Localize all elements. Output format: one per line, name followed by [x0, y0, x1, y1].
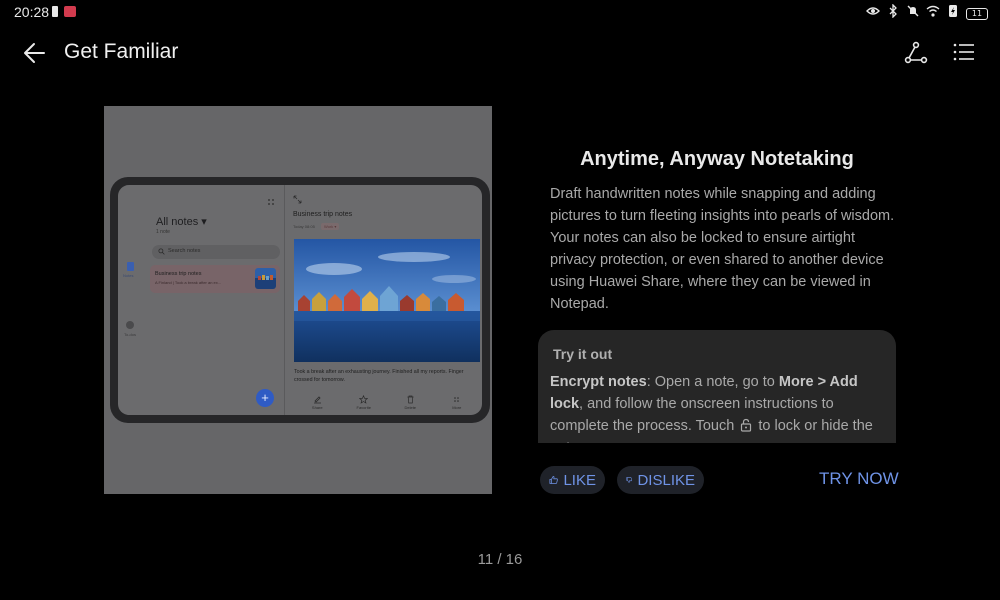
more-dots-icon [454, 397, 460, 402]
like-button[interactable]: LIKE [540, 466, 605, 494]
collapse-icon [293, 195, 302, 204]
all-notes-heading: All notes ▾ [156, 216, 207, 228]
trash-icon [407, 395, 414, 404]
note-photo [294, 239, 480, 362]
toolbar-delete: Delete [395, 395, 425, 413]
toolbar-more: More [442, 395, 472, 413]
try-it-out-title: Try it out [553, 346, 613, 362]
nav-notes-label: Notes [123, 273, 134, 278]
page-title: Get Familiar [64, 40, 179, 63]
dislike-button[interactable]: DISLIKE [617, 466, 704, 494]
status-time: 20:28 [14, 4, 50, 20]
note-date: Today 08:05 [293, 224, 315, 229]
page-indicator: 11 / 16 [477, 551, 523, 568]
note-tag: Work ▾ [321, 223, 340, 230]
toolbar-favorite-label: Favorite [356, 405, 371, 410]
try-it-out-card[interactable]: Try it out Encrypt notes: Open a note, g… [538, 330, 896, 443]
like-label: LIKE [563, 471, 596, 489]
try-it-out-text-1: : Open a note, go to [646, 374, 779, 390]
note-body: Took a break after an exhausting journey… [294, 369, 464, 383]
notepad-nav-rail: Notes To-dos [118, 185, 148, 415]
feature-preview-image: Notes To-dos All notes ▾ 1 note Search n… [104, 106, 492, 494]
share-icon [313, 396, 321, 404]
note-title: Business trip notes [293, 211, 353, 218]
menu-button[interactable] [953, 42, 975, 62]
arrow-left-icon [24, 43, 45, 63]
note-card-title: Business trip notes [155, 271, 202, 277]
star-icon [359, 395, 369, 404]
notes-count: 1 note [156, 229, 170, 235]
tablet-frame: Notes To-dos All notes ▾ 1 note Search n… [110, 177, 490, 423]
toolbar-share-label: Share [311, 405, 323, 410]
dislike-label: DISLIKE [637, 471, 695, 489]
app-notification-icon [64, 6, 76, 17]
todo-icon [126, 321, 134, 329]
feature-title: Anytime, Anyway Notetaking [580, 148, 854, 170]
list-icon [953, 43, 974, 61]
toolbar-more-label: More [452, 405, 462, 410]
toolbar-favorite: Favorite [349, 395, 379, 413]
thumbs-up-icon [549, 476, 558, 484]
note-card: Business trip notes A Finland | Took a b… [150, 265, 280, 293]
battery-saver-icon [946, 4, 960, 23]
note-detail-pane: Business trip notes Today 08:05 Work ▾ T… [285, 185, 482, 415]
more-dots-icon [268, 199, 274, 205]
battery-icon: 11 [966, 7, 988, 20]
add-note-fab: + [256, 389, 274, 407]
nav-todos-label: To-dos [124, 332, 137, 337]
toolbar-share: Share [302, 395, 332, 413]
toolbar-delete-label: Delete [404, 405, 417, 410]
try-now-button[interactable]: TRY NOW [819, 469, 899, 489]
status-bar: 20:28 11 [0, 0, 1000, 24]
notes-list-pane: All notes ▾ 1 note Search notes Business… [148, 185, 284, 415]
note-toolbar: Share Favorite Delete More [294, 395, 480, 413]
bluetooth-icon [886, 3, 900, 23]
search-bar: Search notes [152, 245, 280, 259]
share-icon [904, 41, 928, 64]
try-it-out-body: Encrypt notes: Open a note, go to More >… [550, 371, 890, 443]
tablet-screen: Notes To-dos All notes ▾ 1 note Search n… [118, 185, 482, 415]
lock-icon [741, 418, 752, 432]
note-thumbnail [255, 268, 276, 289]
wifi-icon [926, 4, 940, 23]
share-button[interactable] [904, 41, 928, 65]
search-placeholder: Search notes [168, 248, 201, 254]
mute-icon [906, 4, 920, 23]
feature-description: Draft handwritten notes while snapping a… [550, 186, 895, 312]
try-it-out-term: Encrypt notes [550, 374, 647, 390]
back-button[interactable] [22, 40, 48, 66]
search-icon [158, 248, 165, 255]
eye-icon [866, 4, 880, 23]
notes-icon [127, 262, 134, 271]
thumbs-down-icon [626, 477, 633, 483]
note-card-subtitle: A Finland | Took a break after an ex... [155, 280, 222, 285]
lock-icon [52, 6, 58, 17]
